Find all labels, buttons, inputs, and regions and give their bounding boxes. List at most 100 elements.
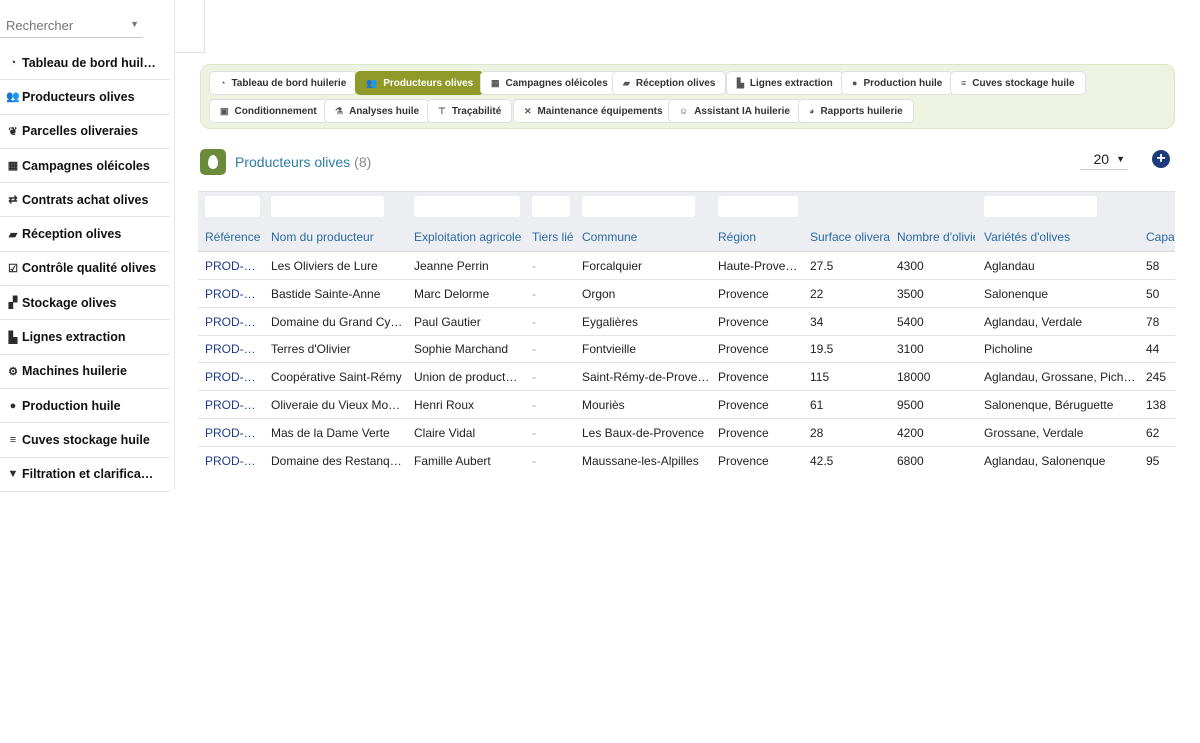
users-icon: 👥 [366, 77, 378, 88]
sidebar-item-1[interactable]: 👥 Producteurs olives [0, 80, 170, 115]
column-header[interactable]: Capacité [1146, 230, 1175, 244]
table-cell: 95 [1146, 453, 1160, 468]
column-filter-input[interactable] [414, 196, 520, 217]
calendar-icon: ▦ [491, 77, 500, 88]
tab-3[interactable]: ▰ Réception olives [612, 71, 727, 95]
table-cell: - [532, 286, 536, 301]
sidebar-item-3[interactable]: ▦ Campagnes oléicoles [0, 149, 170, 184]
record-link[interactable]: PROD-001 [205, 454, 260, 468]
table-cell: 58 [1146, 259, 1160, 273]
cogs-icon: ⚙ [8, 365, 18, 378]
tab-11[interactable]: ☺ Assistant IA huilerie [668, 99, 801, 123]
drop-icon: ● [9, 399, 17, 412]
column-header[interactable]: Exploitation agricole [414, 230, 521, 244]
sidebar-item-0[interactable]: ◔ Tableau de bord huilerie [0, 46, 170, 81]
table-cell: Sophie Marchand [414, 342, 509, 357]
page-size-select[interactable]: 20 ▼ [1080, 148, 1128, 170]
table-cell: Aglandau, Verdale [984, 314, 1083, 329]
add-record-button[interactable]: + [1152, 150, 1170, 168]
tab-label: Traçabilité [451, 105, 502, 117]
record-link[interactable]: PROD-004 [205, 370, 260, 384]
sidebar-item-label: Parcelles oliveraies [22, 124, 139, 139]
tab-10[interactable]: ✕ Maintenance équipements [513, 99, 674, 123]
tab-5[interactable]: ● Production huile [841, 71, 954, 95]
column-header[interactable]: Tiers lié [532, 230, 574, 244]
search-box[interactable]: ▼ [0, 12, 143, 38]
table-cell: 62 [1146, 425, 1160, 440]
tab-label: Rapports huilerie [820, 105, 903, 117]
sidebar-item-label: Production huile [22, 398, 121, 413]
industry-icon: ▙ [737, 77, 744, 88]
tab-7[interactable]: ▣ Conditionnement [209, 99, 328, 123]
sidebar-item-8[interactable]: ▙ Lignes extraction [0, 320, 170, 355]
search-input[interactable] [0, 12, 120, 38]
tab-label: Conditionnement [234, 105, 317, 117]
tab-label: Campagnes oléicoles [505, 77, 608, 89]
record-link[interactable]: PROD-007 [205, 287, 260, 301]
sidebar-item-4[interactable]: ⇄ Contrats achat olives [0, 183, 170, 218]
table-cell: 22 [810, 286, 824, 301]
table-cell: Union de producteurs [414, 370, 524, 385]
tab-9[interactable]: ⊤ Traçabilité [427, 99, 513, 123]
table-cell: Bastide Sainte-Anne [271, 286, 381, 301]
column-header[interactable]: Nombre d'oliviers [897, 230, 975, 244]
flask-icon: ⚗ [335, 105, 344, 116]
table-row[interactable]: PROD-003 Oliveraie du Vieux Moulin Henri R… [198, 391, 1175, 419]
database-icon: ≡ [9, 433, 17, 446]
column-header[interactable]: Région [718, 230, 756, 244]
sidebar-item-9[interactable]: ⚙ Machines huilerie [0, 355, 170, 389]
table-cell: Oliveraie du Vieux Moulin [271, 398, 406, 412]
column-filter-input[interactable] [205, 196, 260, 217]
record-link[interactable]: PROD-008 [205, 259, 260, 273]
tab-0[interactable]: ◔ Tableau de bord huilerie [209, 71, 358, 95]
sidebar-item-6[interactable]: ☑ Contrôle qualité olives [0, 252, 170, 287]
tab-12[interactable]: ◕ Rapports huilerie [798, 99, 914, 123]
sidebar-item-11[interactable]: ≡ Cuves stockage huile [0, 423, 170, 458]
table-cell: Domaine des Restanques [271, 453, 406, 468]
table-row[interactable]: PROD-004 Coopérative Saint-Rémy Union de p… [198, 363, 1175, 392]
sidebar-item-12[interactable]: ▼ Filtration et clarification [0, 458, 170, 492]
table-cell: 5400 [897, 314, 924, 329]
table-cell: Provence [718, 286, 769, 301]
tab-2[interactable]: ▦ Campagnes oléicoles [480, 71, 619, 95]
sidebar-item-2[interactable]: ❦ Parcelles oliveraies [0, 115, 170, 149]
tools-icon: ✕ [524, 105, 532, 116]
page-size-value: 20 [1093, 150, 1110, 167]
sidebar-item-label: Machines huilerie [22, 364, 127, 379]
record-link[interactable]: PROD-005 [205, 342, 260, 356]
sidebar-item-10[interactable]: ● Production huile [0, 389, 170, 424]
table-cell: Provence [718, 370, 769, 385]
table-row[interactable]: PROD-002 Mas de la Dame Verte Claire Vidal… [198, 419, 1175, 447]
table-cell: - [532, 453, 536, 468]
table-row[interactable]: PROD-007 Bastide Sainte-Anne Marc Delorme -… [198, 280, 1175, 308]
column-header[interactable]: Référence [205, 230, 260, 244]
sidebar-item-5[interactable]: ▰ Réception olives [0, 217, 170, 252]
column-filter-input[interactable] [532, 196, 570, 217]
column-filter-input[interactable] [718, 196, 798, 217]
column-filter-input[interactable] [582, 196, 695, 217]
column-filter-input[interactable] [984, 196, 1097, 217]
tab-4[interactable]: ▙ Lignes extraction [726, 71, 844, 95]
tab-8[interactable]: ⚗ Analyses huile [324, 99, 431, 123]
table-row[interactable]: PROD-006 Domaine du Grand Cyprès Paul Gaut… [198, 308, 1175, 336]
column-header[interactable]: Variétés d'olives [984, 230, 1070, 244]
sidebar-item-label: Filtration et clarification [22, 467, 157, 482]
tab-1[interactable]: 👥 Producteurs olives [355, 71, 485, 95]
table-row[interactable]: PROD-001 Domaine des Restanques Famille Au… [198, 447, 1175, 474]
table-cell: 18000 [897, 370, 931, 385]
chevron-down-icon[interactable]: ▼ [130, 19, 139, 29]
tab-6[interactable]: ≡ Cuves stockage huile [950, 71, 1086, 95]
table-cell: Orgon [582, 286, 616, 301]
table-cell: Provence [718, 342, 769, 357]
column-header[interactable]: Surface oliveraie [810, 230, 890, 244]
column-header[interactable]: Nom du producteur [271, 230, 374, 244]
record-link[interactable]: PROD-006 [205, 315, 260, 329]
sidebar-item-7[interactable]: ▞ Stockage olives [0, 286, 170, 321]
column-header[interactable]: Commune [582, 230, 637, 244]
table-row[interactable]: PROD-005 Terres d'Olivier Sophie Marchand -… [198, 335, 1175, 364]
record-link[interactable]: PROD-002 [205, 426, 260, 440]
column-filter-input[interactable] [271, 196, 384, 217]
tab-label: Producteurs olives [383, 77, 474, 89]
table-row[interactable]: PROD-008 Les Oliviers de Lure Jeanne Perri… [198, 252, 1175, 280]
record-link[interactable]: PROD-003 [205, 398, 260, 412]
